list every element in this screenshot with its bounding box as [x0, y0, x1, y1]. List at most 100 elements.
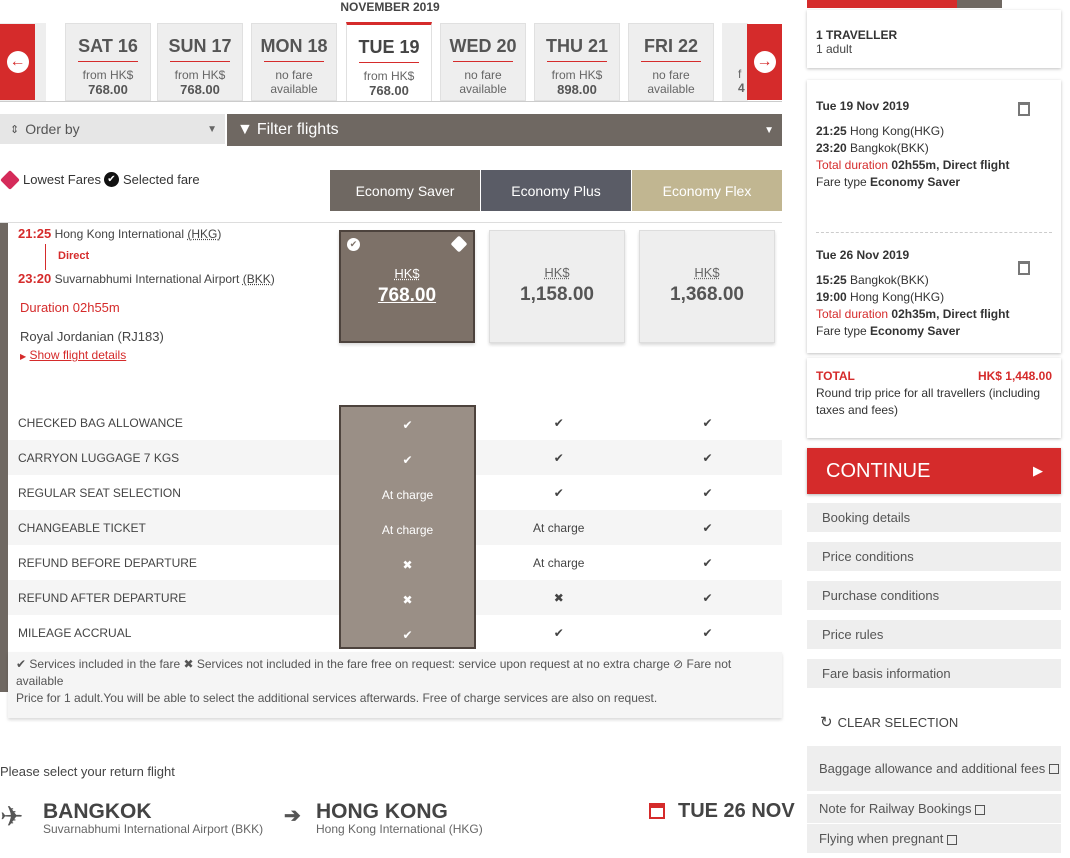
stops-label: Direct	[58, 250, 90, 262]
fare-type-value: Economy Saver	[870, 175, 961, 189]
total-value: HK$ 1,448.00	[977, 369, 1052, 383]
day-no-fare: no fare	[275, 68, 313, 82]
day-thu-21[interactable]: THU 21 from HK$ 898.00	[534, 23, 620, 101]
baggage-allowance-link[interactable]: Baggage allowance and additional fees	[807, 746, 1061, 791]
day-price: 898.00	[557, 82, 597, 97]
day-sun-17[interactable]: SUN 17 from HK$ 768.00	[157, 23, 243, 101]
service-plus: ✔	[553, 485, 564, 500]
card-accent	[0, 222, 8, 692]
flying-pregnant-link[interactable]: Flying when pregnant	[807, 824, 1061, 853]
service-saver: ✖	[402, 557, 413, 572]
service-label: CHANGEABLE TICKET	[18, 520, 146, 535]
day-label: MON 18	[260, 36, 328, 56]
price-conditions-link[interactable]: Price conditions	[807, 542, 1061, 571]
traveller-summary: 1 TRAVELLER 1 adult	[807, 10, 1061, 68]
clear-selection-label: CLEAR SELECTION	[837, 714, 959, 730]
day-available: available	[270, 82, 318, 96]
day-label: SAT 16	[78, 36, 138, 56]
fare-amount: 1,368.00	[670, 284, 744, 305]
from-city: BANGKOK	[43, 800, 152, 823]
trash-icon[interactable]	[1018, 102, 1030, 116]
duration-label: Duration 02h55m	[20, 300, 120, 315]
leg-time: 21:25	[816, 124, 847, 138]
leg-time: 23:20	[816, 141, 847, 155]
service-flex: ✔	[702, 625, 713, 640]
day-fri-22[interactable]: FRI 22 no fare available	[628, 23, 714, 101]
service-label: CHECKED BAG ALLOWANCE	[18, 415, 183, 430]
dep-time: 21:25	[18, 226, 52, 241]
day-price: 768.00	[369, 83, 409, 98]
day-price-label: from HK$	[82, 68, 134, 82]
fare-economy-plus[interactable]: HK$ 1,158.00	[489, 230, 625, 343]
day-price: 768.00	[88, 82, 128, 97]
arr-time: 23:20	[18, 271, 52, 286]
traveller-count: 1 TRAVELLER	[816, 28, 898, 42]
from-airport: Suvarnabhumi International Airport (BKK)	[43, 822, 264, 836]
service-plus: ✔	[553, 450, 564, 465]
clear-selection-button[interactable]: ↻ CLEAR SELECTION	[820, 713, 958, 731]
carrier-label: Royal Jordanian (RJ183)	[20, 329, 164, 344]
to-city: HONG KONG	[316, 800, 448, 823]
day-partial-right[interactable]: f4	[722, 23, 748, 101]
fare-economy-flex[interactable]: HK$ 1,368.00	[639, 230, 775, 343]
trash-icon[interactable]	[1018, 261, 1030, 275]
day-available: available	[647, 82, 695, 96]
legend-selected-fare: ✔ Selected fare	[104, 172, 200, 187]
return-prompt: Please select your return flight	[0, 764, 175, 779]
service-flex: ✔	[702, 415, 713, 430]
order-by-label: Order by	[25, 121, 80, 137]
direct-label: Direct flight	[942, 307, 1010, 321]
day-tue-19[interactable]: TUE 19 from HK$ 768.00	[346, 22, 432, 102]
service-saver: At charge	[381, 522, 434, 537]
outbound-date: Tue 19 Nov 2019	[816, 99, 910, 113]
service-label: REFUND AFTER DEPARTURE	[18, 590, 187, 605]
filter-flights-dropdown[interactable]: ▼ Filter flights ▼	[227, 114, 782, 146]
day-mon-18[interactable]: MON 18 no fare available	[251, 23, 337, 101]
check-circle-icon: ✔	[104, 172, 119, 187]
total-summary: TOTAL HK$ 1,448.00 Round trip price for a…	[807, 358, 1061, 438]
fare-basis-link[interactable]: Fare basis information	[807, 659, 1061, 688]
to-airport: Hong Kong International (HKG)	[316, 822, 483, 836]
railway-bookings-label: Note for Railway Bookings	[819, 801, 972, 816]
chevron-down-icon: ▼	[207, 123, 217, 135]
fare-currency: HK$	[544, 265, 570, 280]
show-flight-details-link[interactable]: ▶ Show flight details	[20, 348, 126, 362]
calendar-month: NOVEMBER 2019	[340, 0, 440, 14]
day-sat-16[interactable]: SAT 16 from HK$ 768.00	[65, 23, 151, 101]
next-dates-button[interactable]: →	[747, 24, 782, 100]
fare-notes: ✔ Services included in the fare ✖ Servic…	[8, 652, 782, 718]
fare-amount: 1,158.00	[520, 284, 594, 305]
arr-code: (BKK)	[242, 272, 275, 286]
fare-type-value: Economy Saver	[870, 324, 961, 338]
day-label: THU 21	[545, 36, 608, 56]
fare-economy-saver[interactable]: ✔ HK$ 768.00	[339, 230, 475, 343]
day-wed-20[interactable]: WED 20 no fare available	[440, 23, 526, 101]
booking-details-link[interactable]: Booking details	[807, 503, 1061, 532]
tag-icon	[0, 169, 20, 190]
leg-city: Hong Kong	[850, 290, 911, 304]
arrow-right-icon: →	[753, 51, 776, 73]
day-partial-right-line2: 4	[738, 81, 745, 95]
day-price-label: from HK$	[551, 68, 603, 82]
funnel-icon: ▼	[237, 121, 253, 138]
calendar-icon	[649, 803, 665, 819]
service-label: MILEAGE ACCRUAL	[18, 625, 132, 640]
external-link-icon	[1049, 763, 1060, 774]
railway-bookings-link[interactable]: Note for Railway Bookings	[807, 794, 1061, 823]
service-saver: ✔	[402, 452, 413, 467]
price-rules-link[interactable]: Price rules	[807, 620, 1061, 649]
chevron-down-icon: ▼	[764, 124, 774, 136]
purchase-conditions-link[interactable]: Purchase conditions	[807, 581, 1061, 610]
duration-value: 02h55m,	[891, 158, 940, 172]
duration-label: Total duration	[816, 307, 889, 321]
day-price-label: from HK$	[363, 69, 415, 83]
continue-button[interactable]: CONTINUE ▶	[807, 448, 1061, 494]
order-by-dropdown[interactable]: ⇕ Order by ▼	[0, 114, 225, 144]
duration-value: 02h35m,	[891, 307, 940, 321]
fare-type-label: Fare type	[816, 324, 867, 338]
show-flight-details-label: Show flight details	[29, 348, 127, 362]
leg-code: (BKK)	[896, 141, 929, 155]
prev-dates-button[interactable]: ←	[0, 24, 35, 100]
legend-selected-label: Selected fare	[123, 172, 200, 187]
return-trip-date: Tue 26 Nov 2019	[816, 248, 910, 262]
